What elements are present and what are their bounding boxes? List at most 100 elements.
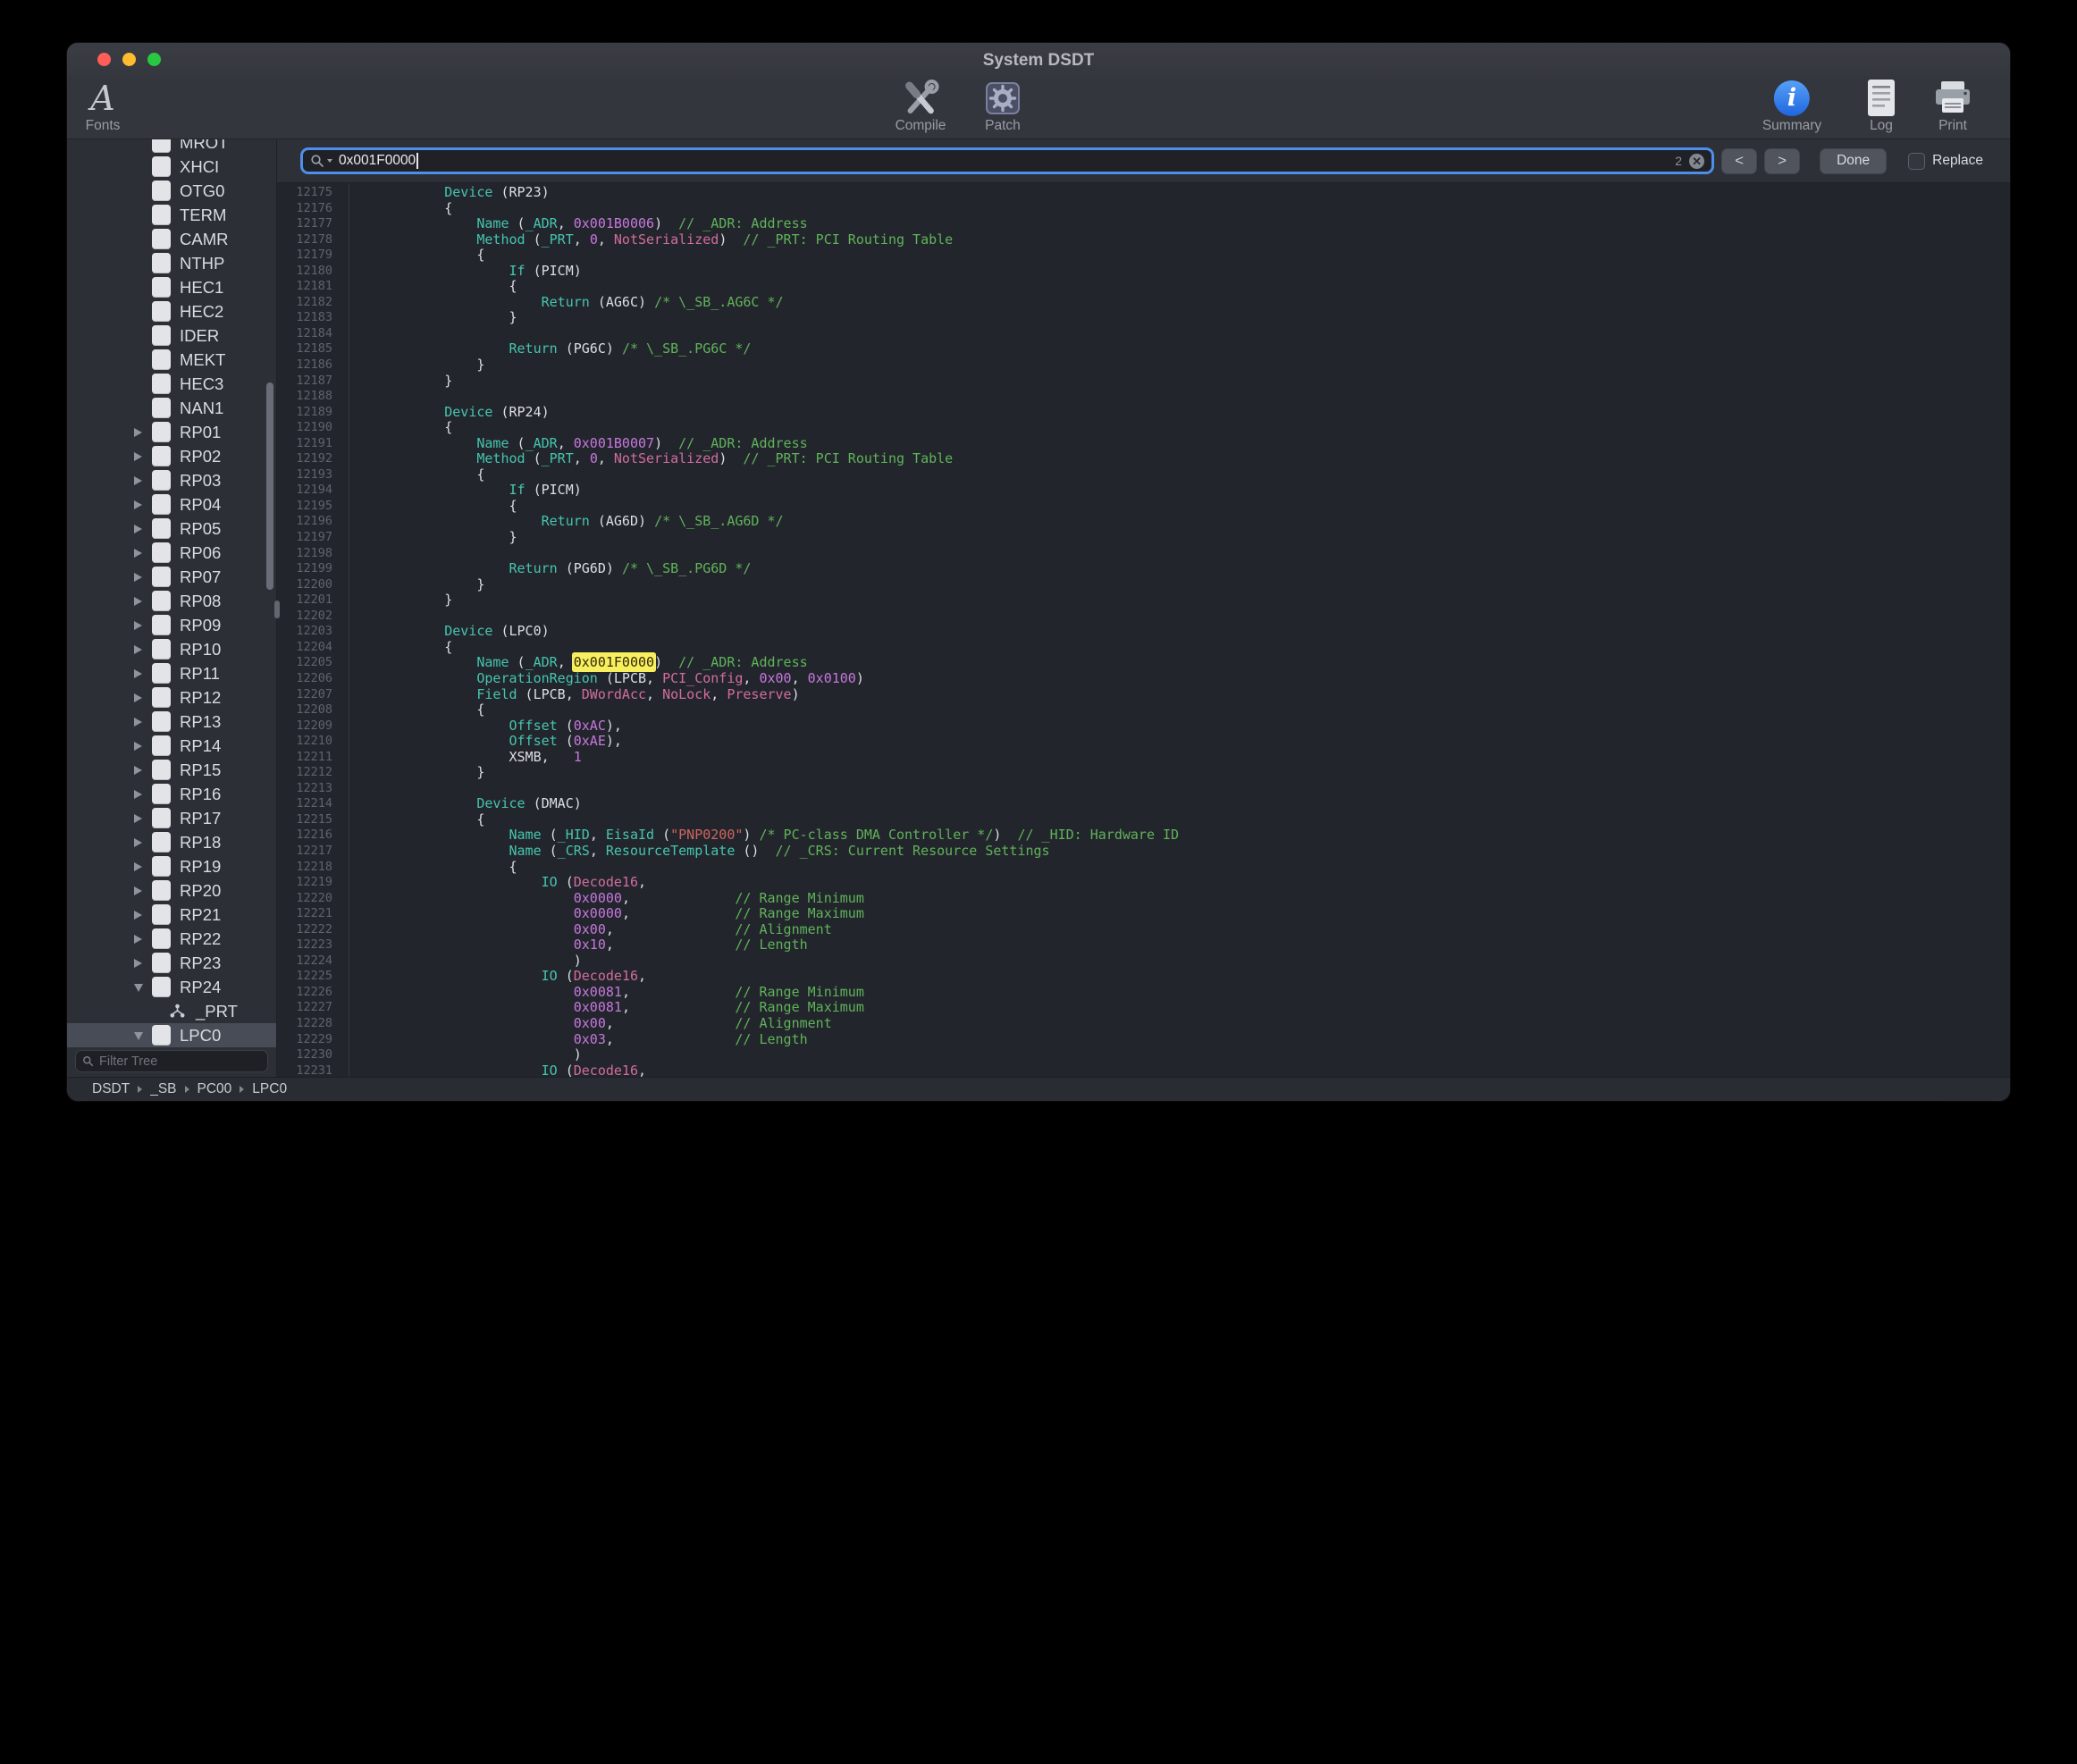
sidebar-item-rp24[interactable]: RP24 [67,975,276,999]
sidebar-item-rp20[interactable]: RP20 [67,878,276,903]
disclosure-triangle-icon[interactable] [134,886,152,895]
disclosure-triangle-icon[interactable] [134,573,152,582]
breadcrumb-item[interactable]: LPC0 [252,1081,287,1097]
disclosure-triangle-icon[interactable] [134,645,152,654]
sidebar-item-rp14[interactable]: RP14 [67,734,276,758]
disclosure-triangle-icon[interactable] [134,549,152,558]
sidebar-item-nan1[interactable]: NAN1 [67,396,276,420]
sidebar-item-lpc0[interactable]: LPC0 [67,1023,276,1047]
code-line: 12228 0x00, // Alignment [277,1016,2010,1032]
device-icon [152,735,171,756]
sidebar-item-rp06[interactable]: RP06 [67,541,276,565]
sidebar-item-hec1[interactable]: HEC1 [67,275,276,299]
sidebar-item-prt[interactable]: _PRT [67,999,276,1023]
code-line: 12218 { [277,860,2010,876]
sidebar-item-rp10[interactable]: RP10 [67,637,276,661]
sidebar-item-rp02[interactable]: RP02 [67,444,276,468]
sidebar-item-rp12[interactable]: RP12 [67,685,276,710]
sidebar-item-rp05[interactable]: RP05 [67,517,276,541]
sidebar-item-hec3[interactable]: HEC3 [67,372,276,396]
search-field[interactable]: 0x001F0000 2 ✕ [300,147,1714,174]
sidebar-item-label: RP05 [180,519,221,539]
code-line: 12178 Method (_PRT, 0, NotSerialized) //… [277,232,2010,248]
sidebar-item-rp04[interactable]: RP04 [67,492,276,517]
sidebar-item-nthp[interactable]: NTHP [67,251,276,275]
compile-button[interactable]: Compile [896,77,946,139]
patch-button[interactable]: Patch [982,77,1023,139]
disclosure-triangle-icon[interactable] [134,935,152,944]
disclosure-triangle-icon[interactable] [134,1030,152,1040]
sidebar-item-rp19[interactable]: RP19 [67,854,276,878]
code-line: 12177 Name (_ADR, 0x001B0006) // _ADR: A… [277,216,2010,232]
disclosure-triangle-icon[interactable] [134,982,152,992]
log-icon [1864,77,1898,119]
line-number: 12229 [277,1032,340,1048]
sidebar-item-camr[interactable]: CAMR [67,227,276,251]
breadcrumb-item[interactable]: DSDT [92,1081,130,1097]
sidebar-item-hec2[interactable]: HEC2 [67,299,276,323]
sidebar-item-otg0[interactable]: OTG0 [67,179,276,203]
code-line: 12181 { [277,279,2010,295]
log-button[interactable]: Log [1864,77,1898,139]
sidebar-item-rp03[interactable]: RP03 [67,468,276,492]
find-next-button[interactable]: > [1764,148,1800,174]
sidebar-scrollbar[interactable] [266,382,273,590]
disclosure-triangle-icon[interactable] [134,911,152,920]
sidebar-item-rp17[interactable]: RP17 [67,806,276,830]
sidebar-item-rp15[interactable]: RP15 [67,758,276,782]
sidebar-item-rp21[interactable]: RP21 [67,903,276,927]
disclosure-triangle-icon[interactable] [134,428,152,437]
code-line: 12186 } [277,357,2010,374]
replace-checkbox[interactable] [1908,153,1925,170]
disclosure-triangle-icon[interactable] [134,693,152,702]
disclosure-triangle-icon[interactable] [134,718,152,727]
sidebar-item-rp08[interactable]: RP08 [67,589,276,613]
disclosure-triangle-icon[interactable] [134,597,152,606]
breadcrumb-item[interactable]: PC00 [198,1081,232,1097]
filter-tree-field[interactable]: Filter Tree [75,1050,268,1072]
device-icon [152,325,171,346]
sidebar-item-rp23[interactable]: RP23 [67,951,276,975]
code-line: 12207 Field (LPCB, DWordAcc, NoLock, Pre… [277,687,2010,703]
sidebar-item-term[interactable]: TERM [67,203,276,227]
sidebar-item-xhci[interactable]: XHCI [67,155,276,179]
pane-divider-thumb[interactable] [274,601,280,618]
sidebar-item-mrot[interactable]: MROT [67,139,276,155]
fonts-button[interactable]: A Fonts [86,77,121,139]
code-line: 12188 [277,389,2010,405]
find-previous-button[interactable]: < [1721,148,1757,174]
disclosure-triangle-icon[interactable] [134,452,152,461]
disclosure-triangle-icon[interactable] [134,525,152,533]
sidebar-item-mekt[interactable]: MEKT [67,348,276,372]
sidebar-item-ider[interactable]: IDER [67,323,276,348]
sidebar-item-rp09[interactable]: RP09 [67,613,276,637]
sidebar-item-rp18[interactable]: RP18 [67,830,276,854]
sidebar-item-rp01[interactable]: RP01 [67,420,276,444]
disclosure-triangle-icon[interactable] [134,621,152,630]
code-editor[interactable]: 12175 Device (RP23)12176 {12177 Name (_A… [277,183,2010,1077]
breadcrumb-item[interactable]: _SB [150,1081,176,1097]
disclosure-triangle-icon[interactable] [134,742,152,751]
sidebar-item-rp07[interactable]: RP07 [67,565,276,589]
sidebar-item-rp16[interactable]: RP16 [67,782,276,806]
sidebar-item-rp11[interactable]: RP11 [67,661,276,685]
done-button[interactable]: Done [1820,148,1887,174]
summary-button[interactable]: i Summary [1762,77,1821,139]
disclosure-triangle-icon[interactable] [134,500,152,509]
disclosure-triangle-icon[interactable] [134,862,152,871]
clear-search-button[interactable]: ✕ [1689,154,1704,169]
line-number: 12220 [277,891,340,907]
search-options-arrow-icon[interactable] [327,159,332,163]
disclosure-triangle-icon[interactable] [134,959,152,968]
disclosure-triangle-icon[interactable] [134,476,152,485]
disclosure-triangle-icon[interactable] [134,838,152,847]
device-icon [152,760,171,780]
disclosure-triangle-icon[interactable] [134,766,152,775]
disclosure-triangle-icon[interactable] [134,790,152,799]
disclosure-triangle-icon[interactable] [134,814,152,823]
sidebar-item-rp22[interactable]: RP22 [67,927,276,951]
print-button[interactable]: Print [1932,77,1973,139]
sidebar-item-rp13[interactable]: RP13 [67,710,276,734]
disclosure-triangle-icon[interactable] [134,669,152,678]
line-number: 12192 [277,451,340,467]
